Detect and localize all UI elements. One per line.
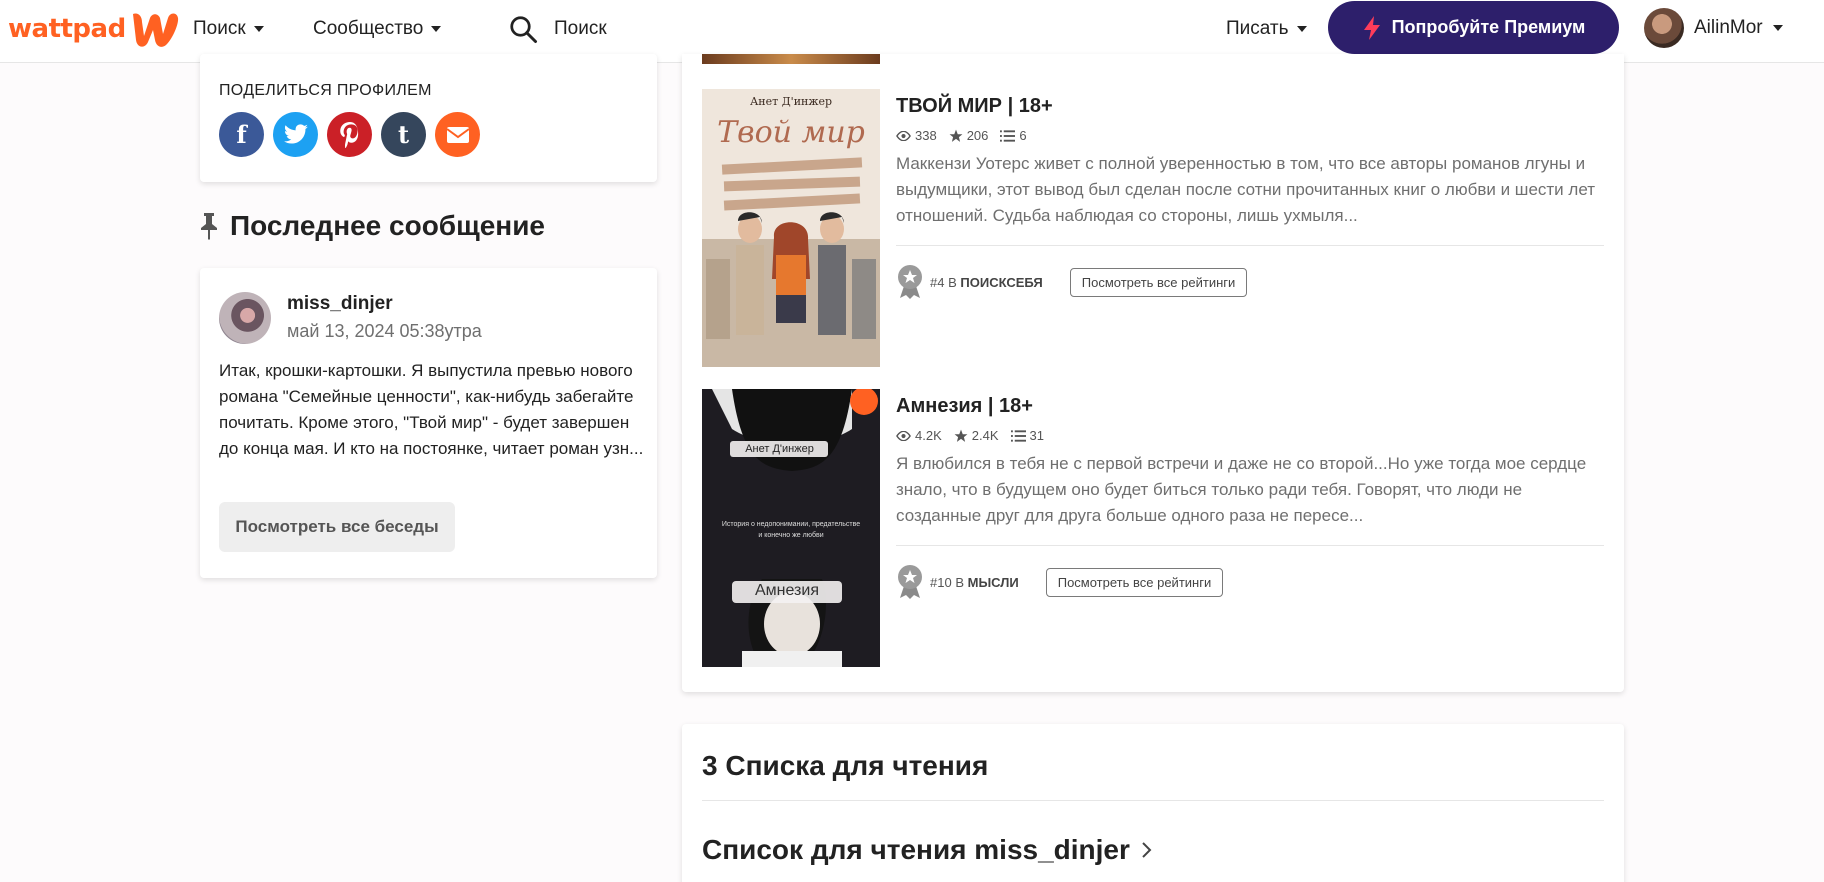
divider [702,800,1604,801]
cover-title: Твой мир [717,115,865,150]
rank-number: #4 [930,274,945,290]
share-profile-label: ПОДЕЛИТЬСЯ ПРОФИЛЕМ [219,82,432,99]
facebook-icon[interactable]: f [219,112,264,157]
avatar [1644,8,1684,48]
reads-stat: 338 [896,128,937,143]
rank-in: В [955,574,964,590]
last-message-heading: Последнее сообщение [198,210,545,242]
votes-count: 206 [966,128,989,143]
reads-count: 4.2K [915,428,942,443]
cover-author: Анет Д'инжер [745,443,814,455]
chevron-down-icon [431,26,442,32]
rank-number: #10 [930,574,952,590]
search-input[interactable] [554,18,854,40]
nav-community-menu[interactable]: Сообщество [313,18,442,40]
write-label: Писать [1226,18,1289,39]
ranking-text: #10 В МЫСЛИ [930,575,1019,590]
story-description: Я влюбился в тебя не с первой встречи и … [896,454,1587,525]
cover-title: Амнезия [755,582,819,599]
previous-story-cover[interactable] [702,54,880,64]
share-profile-card: ПОДЕЛИТЬСЯ ПРОФИЛЕМ f t [200,54,657,182]
parts-stat: 31 [1010,428,1044,443]
parts-stat: 6 [1000,128,1027,143]
story-item: Анет Д'инжер История о недопонимании, пр… [702,389,1604,667]
story-item: Анет Д'инжер Твой мир ТВОЙ МИР | 18+ 338… [702,89,1604,367]
username: AilinMor [1694,17,1763,38]
tumblr-icon[interactable]: t [381,112,426,157]
works-card: Анет Д'инжер Твой мир ТВОЙ МИР | 18+ 338… [682,54,1624,692]
rank-tag[interactable]: МЫСЛИ [968,575,1019,590]
ranking-text: #4 В ПОИСКСЕБЯ [930,275,1043,290]
view-all-rankings-button[interactable]: Посмотреть все рейтинги [1045,567,1224,597]
eye-icon [896,430,911,441]
story-details: Амнезия | 18+ 4.2K 2.4K 31 Я влюбился в … [896,389,1604,600]
reads-count: 338 [915,128,937,143]
logo-text: wattpad [8,14,126,44]
story-title[interactable]: ТВОЙ МИР | 18+ [896,95,1604,118]
wattpad-logo[interactable]: wattpad [8,10,180,48]
story-cover[interactable]: Анет Д'инжер История о недопонимании, пр… [702,389,880,667]
votes-count: 2.4K [971,428,999,443]
story-title[interactable]: Амнезия | 18+ [896,395,1604,418]
wattpad-w-icon [132,13,178,47]
last-message-card: miss_dinjer май 13, 2024 05:38утра Итак,… [200,268,657,578]
chevron-down-icon [253,26,264,32]
search-bar [508,14,854,44]
nav-search-label: Поиск [193,18,246,39]
message-date: май 13, 2024 05:38утра [287,321,482,341]
view-all-rankings-button[interactable]: Посмотреть все рейтинги [1069,267,1248,297]
list-icon [1010,429,1026,442]
eye-icon [896,130,911,141]
story-description: Маккензи Уотерс живет с полной увереннос… [896,154,1596,225]
pin-icon [201,213,217,240]
search-icon[interactable] [508,14,538,44]
reading-list-link[interactable]: Список для чтения miss_dinjer [702,834,1152,866]
premium-label: Попробуйте Премиум [1391,17,1586,37]
story-details: ТВОЙ МИР | 18+ 338 206 6 Маккензи Уотерс… [896,89,1604,300]
nav-search-menu[interactable]: Поиск [193,18,264,40]
ranking-row: #10 В МЫСЛИ Посмотреть все рейтинги [896,564,1604,600]
star-icon [949,129,963,142]
email-icon[interactable] [435,112,480,157]
votes-stat: 206 [949,128,989,143]
story-stats: 4.2K 2.4K 31 [896,428,1604,443]
parts-count: 31 [1029,428,1044,443]
last-message-title: Последнее сообщение [230,210,545,241]
story-stats: 338 206 6 [896,128,1604,143]
cover-tagline: История о недопонимании, предательстве и… [721,521,861,539]
star-icon [954,429,968,442]
divider [896,545,1604,546]
twitter-icon[interactable] [273,112,318,157]
reads-stat: 4.2K [896,428,942,443]
chevron-down-icon [1772,25,1783,31]
try-premium-button[interactable]: Попробуйте Премиум [1328,1,1619,54]
parts-count: 6 [1019,128,1027,143]
votes-stat: 2.4K [954,428,999,443]
nav-community-label: Сообщество [313,18,424,39]
lightning-icon [1363,15,1380,40]
rank-in: В [948,274,957,290]
user-menu[interactable]: AilinMor [1644,8,1783,48]
chevron-right-icon [1142,842,1152,858]
reading-lists-card: 3 Списка для чтения Список для чтения mi… [682,724,1624,882]
story-cover[interactable]: Анет Д'инжер Твой мир [702,89,880,367]
reading-lists-title: 3 Списка для чтения [702,750,989,781]
ranking-row: #4 В ПОИСКСЕБЯ Посмотреть все рейтинги [896,264,1604,300]
ranking-badge-icon [898,565,922,599]
chevron-down-icon [1296,26,1307,32]
rank-tag[interactable]: ПОИСКСЕБЯ [960,275,1042,290]
cover-author: Анет Д'инжер [749,95,833,108]
message-text: Итак, крошки-картошки. Я выпустила превь… [219,361,644,458]
ranking-badge-icon [898,265,922,299]
divider [896,245,1604,246]
avatar[interactable] [219,292,271,344]
message-username[interactable]: miss_dinjer [287,293,393,315]
write-menu[interactable]: Писать [1226,18,1307,40]
view-all-conversations-button[interactable]: Посмотреть все беседы [219,502,455,552]
list-icon [1000,129,1016,142]
pinterest-icon[interactable] [327,112,372,157]
reading-list-title: Список для чтения miss_dinjer [702,834,1130,865]
